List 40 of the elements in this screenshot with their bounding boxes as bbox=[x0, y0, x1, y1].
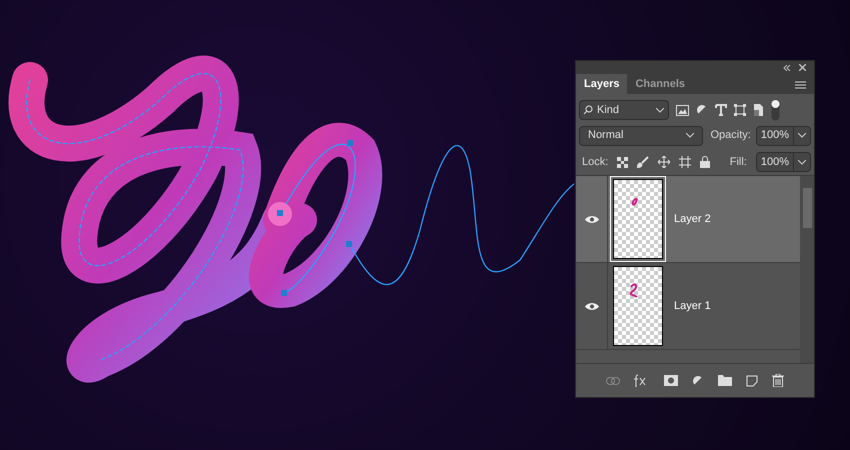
new-layer-icon[interactable] bbox=[746, 374, 758, 386]
filter-toggle-icon[interactable] bbox=[771, 99, 780, 121]
panel-tab[interactable]: Layers bbox=[576, 74, 628, 94]
adjustment-layer-icon[interactable] bbox=[692, 374, 704, 386]
close-icon[interactable] bbox=[799, 64, 806, 71]
panel-tab[interactable]: Channels bbox=[627, 74, 693, 94]
layer-name: Layer 1 bbox=[674, 298, 711, 314]
chevron-down-icon bbox=[656, 108, 664, 112]
artboard-icon[interactable] bbox=[679, 156, 692, 168]
move-icon[interactable] bbox=[658, 156, 670, 168]
layer-name: Layer 2 bbox=[674, 212, 711, 227]
brush-icon[interactable] bbox=[637, 156, 650, 168]
image-filter-icon[interactable] bbox=[676, 104, 689, 116]
trash-icon[interactable] bbox=[772, 374, 784, 387]
lock-label: Lock: bbox=[582, 154, 608, 170]
fill-label: Fill: bbox=[730, 154, 747, 170]
shape-filter-icon[interactable] bbox=[734, 104, 746, 116]
search-icon bbox=[584, 105, 593, 115]
folder-icon[interactable] bbox=[718, 375, 732, 386]
layer-row[interactable]: Layer 1 bbox=[576, 263, 800, 350]
panel-menu-icon[interactable] bbox=[795, 81, 806, 89]
layer-row[interactable]: Layer 2 bbox=[576, 176, 800, 263]
eye-icon[interactable] bbox=[584, 214, 598, 224]
eye-icon[interactable] bbox=[584, 302, 598, 310]
fill-field[interactable]: 100% bbox=[756, 152, 811, 172]
kind-filter-dropdown[interactable]: Kind bbox=[579, 100, 669, 120]
opacity-field[interactable]: 100% bbox=[756, 126, 811, 146]
type-filter-icon[interactable] bbox=[715, 104, 727, 116]
smart-object-filter-icon[interactable] bbox=[753, 104, 764, 116]
lock-transparency-icon[interactable] bbox=[617, 156, 628, 168]
mask-icon[interactable] bbox=[664, 375, 678, 386]
scrollbar[interactable] bbox=[800, 176, 814, 363]
chevron-down-icon[interactable] bbox=[798, 133, 806, 138]
adjustment-filter-icon[interactable] bbox=[696, 104, 708, 116]
blend-mode-dropdown[interactable]: Normal bbox=[579, 126, 702, 146]
opacity-label: Opacity: bbox=[710, 128, 751, 144]
chevron-down-icon[interactable] bbox=[798, 160, 806, 164]
lock-icon[interactable] bbox=[700, 156, 710, 168]
collapse-icon[interactable] bbox=[783, 64, 791, 70]
chevron-down-icon bbox=[686, 133, 694, 138]
